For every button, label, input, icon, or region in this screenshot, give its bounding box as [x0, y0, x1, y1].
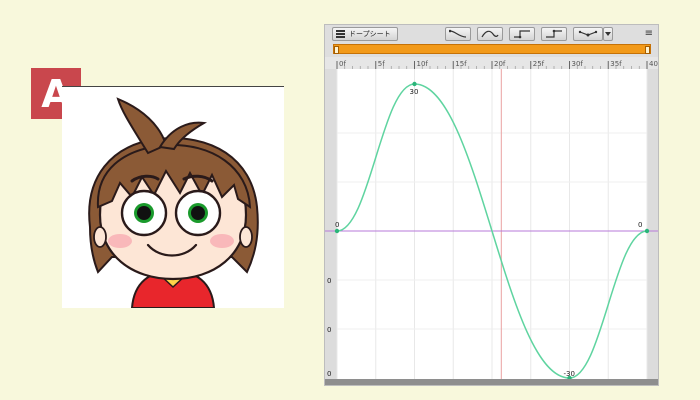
step-key-icon [514, 30, 530, 39]
trough-key-value: -30 [564, 370, 575, 378]
hold-key-button[interactable] [541, 27, 567, 41]
panel-menu-icon[interactable]: ≡ [645, 28, 653, 39]
keyframe-point[interactable] [644, 228, 650, 234]
range-start-handle[interactable] [334, 46, 339, 54]
left-value-label: 0 [327, 326, 331, 334]
dopesheet-label: ドープシート [349, 30, 391, 38]
character-panel [62, 86, 284, 308]
hold-key-icon [546, 29, 562, 38]
start-key-value: 0 [335, 221, 339, 229]
range-end-handle[interactable] [645, 46, 650, 54]
ease-out-icon [449, 29, 467, 38]
ruler-tick-label: 0f [339, 60, 346, 68]
keyframe-point[interactable] [334, 228, 340, 234]
ease-in-out-button[interactable] [477, 27, 503, 41]
keyframe-point[interactable] [412, 81, 417, 87]
graph-editor-toolbar: ドープシート ≡ [325, 25, 658, 43]
ruler-tick-label: 40 [649, 60, 658, 68]
bezier-handles-button[interactable] [573, 27, 603, 41]
dopesheet-icon [336, 30, 345, 38]
ease-out-button[interactable] [445, 27, 471, 41]
end-key-value: 0 [638, 221, 642, 229]
character-illustration [88, 97, 259, 308]
ease-in-out-icon [481, 30, 499, 38]
graph-bottom-scrollbar[interactable] [325, 379, 658, 385]
left-value-label: 0 [327, 370, 331, 378]
dopesheet-button[interactable]: ドープシート [332, 27, 398, 41]
ruler-tick-label: 5f [378, 60, 385, 68]
step-key-button[interactable] [509, 27, 535, 41]
peak-key-value: 30 [410, 88, 419, 96]
bezier-dropdown-button[interactable] [603, 27, 613, 41]
value-graph[interactable]: 0f 5f 10f 15f 20f 25f 30f 35f 40 030-300000 [325, 57, 658, 385]
frame-range-bar[interactable] [333, 44, 651, 54]
graph-editor-panel: ドープシート ≡ 0f 5f 10f 15f 20f 25f 30f 35f 40 [324, 24, 659, 386]
left-value-label: 0 [327, 277, 331, 285]
dropdown-arrow-icon [605, 32, 611, 36]
bezier-handles-icon [578, 30, 598, 37]
